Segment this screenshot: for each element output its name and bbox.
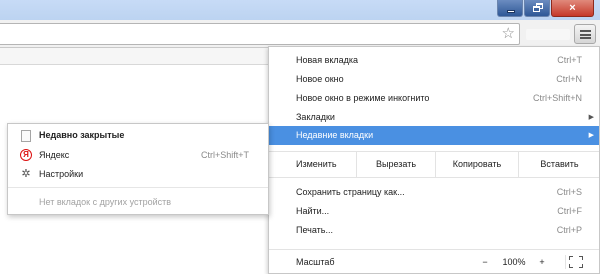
menu-item-new-tab[interactable]: Новая вкладка Ctrl+T [269,51,599,70]
menu-item-new-window[interactable]: Новое окно Ctrl+N [269,70,599,89]
bookmark-star-icon[interactable]: ☆ [502,26,515,42]
menu-item-label: Печать... [296,225,333,235]
menu-item-shortcut: Ctrl+S [556,187,582,197]
submenu-item-no-devices: Нет вкладок с других устройств [8,193,268,212]
yandex-icon: Я [20,149,32,161]
edit-label: Изменить [296,159,337,169]
submenu-item-label: Настройки [39,169,84,179]
zoom-label: Масштаб [296,257,335,267]
menu-item-save-page[interactable]: Сохранить страницу как... Ctrl+S [269,183,599,202]
menu-item-find[interactable]: Найти... Ctrl+F [269,202,599,221]
submenu-heading-label: Недавно закрытые [39,130,125,140]
paste-button[interactable]: Вставить [518,152,600,177]
zoom-row: Масштаб − 100% + [269,249,599,274]
menu-item-shortcut: Ctrl+T [557,55,582,65]
restore-icon-front [533,6,540,12]
restore-button[interactable] [524,0,550,17]
chrome-main-menu: Новая вкладка Ctrl+T Новое окно Ctrl+N Н… [268,46,600,274]
submenu-item-shortcut: Ctrl+Shift+T [200,150,249,160]
edit-row: Изменить Вырезать Копировать Вставить [269,151,599,178]
zoom-in-button[interactable]: + [532,250,552,274]
window-controls: × [496,0,594,17]
submenu-heading-recently-closed: Недавно закрытые [8,126,268,145]
menu-item-print[interactable]: Печать... Ctrl+P [269,221,599,240]
browser-toolbar: ☆ [0,20,600,48]
minimize-icon [507,10,515,13]
chevron-right-icon: ▶ [588,132,594,139]
copy-button[interactable]: Копировать [435,152,518,177]
submenu-item-yandex[interactable]: Я Яндекс Ctrl+Shift+T [8,146,268,165]
gear-icon: ✲ [21,168,31,180]
zoom-out-button[interactable]: − [475,250,495,274]
zoom-value: 100% [502,257,526,267]
menu-item-incognito[interactable]: Новое окно в режиме инкогнито Ctrl+Shift… [269,89,599,108]
submenu-item-label: Нет вкладок с других устройств [39,197,172,207]
extension-area [526,29,570,40]
menu-item-shortcut: Ctrl+P [556,225,582,235]
cut-button[interactable]: Вырезать [356,152,435,177]
chevron-right-icon: ▶ [588,114,594,121]
minimize-button[interactable] [497,0,523,17]
menu-item-label: Новое окно [296,74,344,84]
recent-tabs-submenu: Недавно закрытые Я Яндекс Ctrl+Shift+T ✲… [7,123,269,215]
hamburger-icon [580,30,591,39]
submenu-item-settings[interactable]: ✲ Настройки [8,165,268,184]
menu-item-label: Новая вкладка [296,55,359,65]
menu-item-label: Недавние вкладки [296,130,374,140]
menu-item-shortcut: Ctrl+F [557,206,582,216]
menu-item-shortcut: Ctrl+Shift+N [532,93,582,103]
title-bar: × [0,0,600,20]
menu-item-label: Закладки [296,112,335,122]
submenu-divider [8,187,268,188]
menu-item-shortcut: Ctrl+N [556,74,582,84]
menu-item-label: Новое окно в режиме инкогнито [296,93,430,103]
chrome-menu-button[interactable] [574,24,596,44]
menu-item-recent-tabs[interactable]: Недавние вкладки ▶ [269,126,599,145]
menu-item-label: Найти... [296,206,330,216]
address-bar[interactable]: ☆ [0,23,520,45]
menu-item-label: Сохранить страницу как... [296,187,405,197]
close-icon: × [569,2,576,14]
submenu-item-label: Яндекс [39,150,70,160]
page-icon [21,130,31,142]
close-window-button[interactable]: × [551,0,594,17]
fullscreen-icon[interactable] [565,255,583,269]
menu-item-bookmarks[interactable]: Закладки ▶ [269,108,599,127]
